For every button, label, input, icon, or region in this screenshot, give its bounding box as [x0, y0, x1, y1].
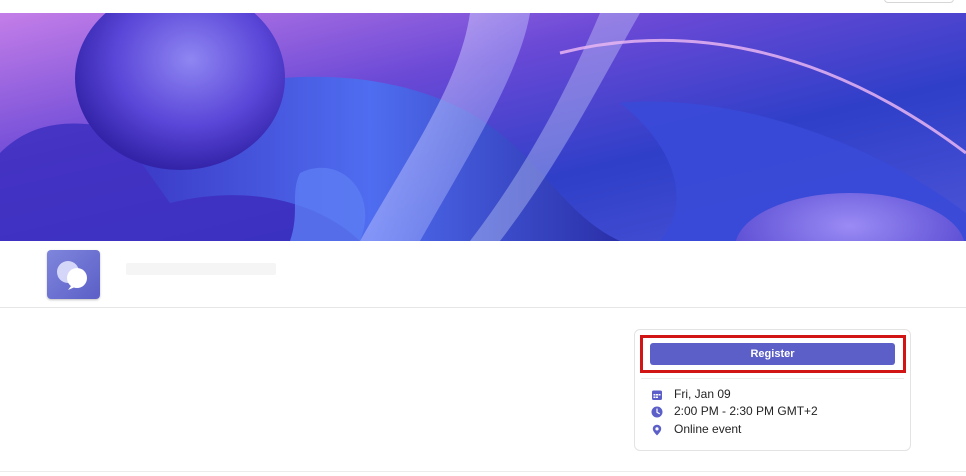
- event-date: Fri, Jan 09: [674, 387, 731, 401]
- event-date-row: Fri, Jan 09: [651, 386, 731, 402]
- register-button[interactable]: Register: [650, 343, 895, 365]
- location-pin-icon: [651, 423, 663, 436]
- event-location-row: Online event: [651, 421, 741, 437]
- event-title-placeholder: [126, 263, 276, 275]
- event-time-row: 2:00 PM - 2:30 PM GMT+2: [651, 403, 818, 419]
- top-corner-button[interactable]: [884, 0, 954, 3]
- top-strip: [0, 0, 966, 13]
- event-time: 2:00 PM - 2:30 PM GMT+2: [674, 404, 818, 418]
- chat-bubbles-icon: [57, 261, 87, 290]
- calendar-icon: [651, 388, 663, 400]
- event-location: Online event: [674, 422, 742, 436]
- card-divider: [641, 378, 904, 379]
- page-divider: [0, 471, 966, 472]
- clock-icon: [651, 405, 663, 418]
- event-banner: [0, 13, 966, 241]
- event-header: [0, 241, 966, 308]
- app-logo: [47, 250, 100, 299]
